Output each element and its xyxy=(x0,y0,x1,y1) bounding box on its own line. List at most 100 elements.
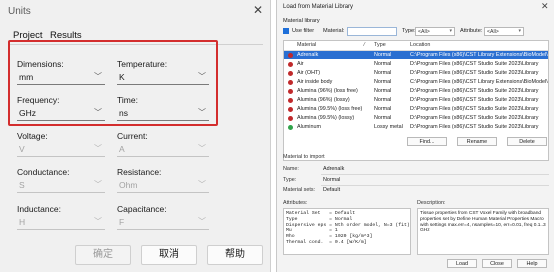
row-type: Normal xyxy=(374,52,392,58)
current-value: A xyxy=(119,144,125,154)
row-location: D:\Program Files (x86)\CST Studio Suite … xyxy=(410,70,539,76)
resistance-label: Resistance: xyxy=(117,167,162,177)
dialog-title: Load from Material Library xyxy=(283,4,354,10)
dimensions-value: mm xyxy=(19,72,34,82)
table-row[interactable]: Air Normal D:\Program Files (x86)\CST St… xyxy=(284,60,548,68)
chevron-down-icon: ▾ xyxy=(449,28,452,34)
row-material: Alumina (99.5%) (lossy) xyxy=(297,115,355,121)
chevron-down-icon: ﹀ xyxy=(198,144,206,153)
find-button[interactable]: Find... xyxy=(407,137,447,146)
row-type: Normal xyxy=(374,61,392,67)
sort-icon: ⁄ xyxy=(364,42,365,48)
column-header-material[interactable]: Material xyxy=(297,42,316,48)
library-group-label: Material library xyxy=(283,18,320,24)
type-filter-value: <All> xyxy=(418,29,430,35)
table-row[interactable]: Alumina (99.5%) (lossy) Normal D:\Progra… xyxy=(284,114,548,122)
material-icon xyxy=(288,53,293,58)
current-select[interactable]: A ﹀ xyxy=(117,143,209,157)
row-location: D:\Program Files (x86)\CST Studio Suite … xyxy=(410,88,539,94)
dimensions-select[interactable]: mm ﹀ xyxy=(17,71,105,85)
time-select[interactable]: ns ﹀ xyxy=(117,107,209,121)
table-row[interactable]: Alumina (99.5%) (loss free) Normal D:\Pr… xyxy=(284,105,548,113)
frequency-select[interactable]: GHz ﹀ xyxy=(17,107,105,121)
material-icon xyxy=(288,80,293,85)
row-material: Aluminum xyxy=(297,124,321,130)
conductance-value: S xyxy=(19,180,25,190)
table-row[interactable]: Aluminum Lossy metal D:\Program Files (x… xyxy=(284,123,548,131)
type-filter-select[interactable]: <All> ▾ xyxy=(415,27,455,36)
capacitance-label: Capacitance: xyxy=(117,204,167,214)
table-row[interactable]: Alumina (96%) (loss free) Normal D:\Prog… xyxy=(284,87,548,95)
row-location: C:\Program Files (x86)\CST Library Exten… xyxy=(410,52,548,58)
material-filter-label: Material: xyxy=(323,28,345,34)
table-row[interactable]: Air inside body Normal C:\Program Files … xyxy=(284,78,548,86)
table-row[interactable]: Alumina (96%) (lossy) Normal D:\Program … xyxy=(284,96,548,104)
inductance-label: Inductance: xyxy=(17,204,61,214)
chevron-down-icon: ﹀ xyxy=(198,180,206,189)
close-icon[interactable]: ✕ xyxy=(250,3,266,17)
temperature-value: K xyxy=(119,72,125,82)
units-dialog: Units ✕ Project Results Dimensions: mm ﹀… xyxy=(0,0,271,272)
name-field-line xyxy=(321,174,549,175)
row-location: D:\Program Files (x86)\CST Studio Suite … xyxy=(410,97,539,103)
row-location: C:\Program Files (x86)\CST Library Exten… xyxy=(410,79,548,85)
material-filter-input[interactable] xyxy=(347,27,397,36)
capacitance-value: F xyxy=(119,217,125,227)
type-field-line xyxy=(321,185,549,186)
chevron-down-icon: ﹀ xyxy=(198,108,206,117)
name-label: Name: xyxy=(283,166,299,172)
resistance-select[interactable]: Ohm ﹀ xyxy=(117,179,209,193)
chevron-down-icon: ﹀ xyxy=(94,72,102,81)
rename-button[interactable]: Rename xyxy=(457,137,497,146)
column-header-type[interactable]: Type xyxy=(374,42,386,48)
time-value: ns xyxy=(119,108,128,118)
help-button[interactable]: 帮助 xyxy=(207,245,263,265)
attribute-filter-label: Attribute: xyxy=(460,28,483,34)
material-library-dialog: Load from Material Library ✕ Material li… xyxy=(276,0,554,272)
voltage-value: V xyxy=(19,144,25,154)
frequency-label: Frequency: xyxy=(17,95,60,105)
temperature-select[interactable]: K ﹀ xyxy=(117,71,209,85)
row-location: D:\Program Files (x86)\CST Studio Suite … xyxy=(410,115,539,121)
close-button[interactable]: Close xyxy=(482,259,512,268)
delete-button[interactable]: Delete xyxy=(507,137,547,146)
conductance-select[interactable]: S ﹀ xyxy=(17,179,105,193)
voltage-label: Voltage: xyxy=(17,131,48,141)
ok-button[interactable]: 确定 xyxy=(75,245,131,265)
material-icon xyxy=(288,71,293,76)
material-icon xyxy=(288,107,293,112)
material-icon xyxy=(288,62,293,67)
material-icon xyxy=(288,89,293,94)
resistance-value: Ohm xyxy=(119,180,138,190)
row-location: D:\Program Files (x86)\CST Studio Suite … xyxy=(410,106,539,112)
attribute-filter-value: <All> xyxy=(487,29,499,35)
use-filter-checkbox[interactable] xyxy=(283,28,289,34)
chevron-down-icon: ﹀ xyxy=(198,217,206,226)
table-row[interactable]: Adrenalk Normal C:\Program Files (x86)\C… xyxy=(284,51,548,59)
material-icon xyxy=(288,125,293,130)
type-label: Type: xyxy=(283,177,297,183)
cancel-button[interactable]: 取消 xyxy=(141,245,197,265)
row-type: Normal xyxy=(374,97,392,103)
import-group-label: Material to import xyxy=(283,154,325,160)
dimensions-label: Dimensions: xyxy=(17,59,64,69)
frequency-value: GHz xyxy=(19,108,36,118)
row-material: Adrenalk xyxy=(297,52,319,58)
row-material: Air xyxy=(297,61,304,67)
dialog-title: Units xyxy=(8,6,31,17)
table-row[interactable]: Air (OHT) Normal D:\Program Files (x86)\… xyxy=(284,69,548,77)
use-filter-label: Use filter xyxy=(292,28,315,34)
time-label: Time: xyxy=(117,95,138,105)
attribute-filter-select[interactable]: <All> ▾ xyxy=(484,27,524,36)
row-type: Normal xyxy=(374,88,392,94)
voltage-select[interactable]: V ﹀ xyxy=(17,143,105,157)
help-button[interactable]: Help xyxy=(517,259,547,268)
load-button[interactable]: Load xyxy=(447,259,477,268)
type-filter-label: Type: xyxy=(402,28,416,34)
capacitance-select[interactable]: F ﹀ xyxy=(117,216,209,230)
close-icon[interactable]: ✕ xyxy=(541,1,549,12)
column-header-location[interactable]: Location xyxy=(410,42,430,48)
current-label: Current: xyxy=(117,131,148,141)
inductance-select[interactable]: H ﹀ xyxy=(17,216,105,230)
chevron-down-icon: ﹀ xyxy=(198,72,206,81)
